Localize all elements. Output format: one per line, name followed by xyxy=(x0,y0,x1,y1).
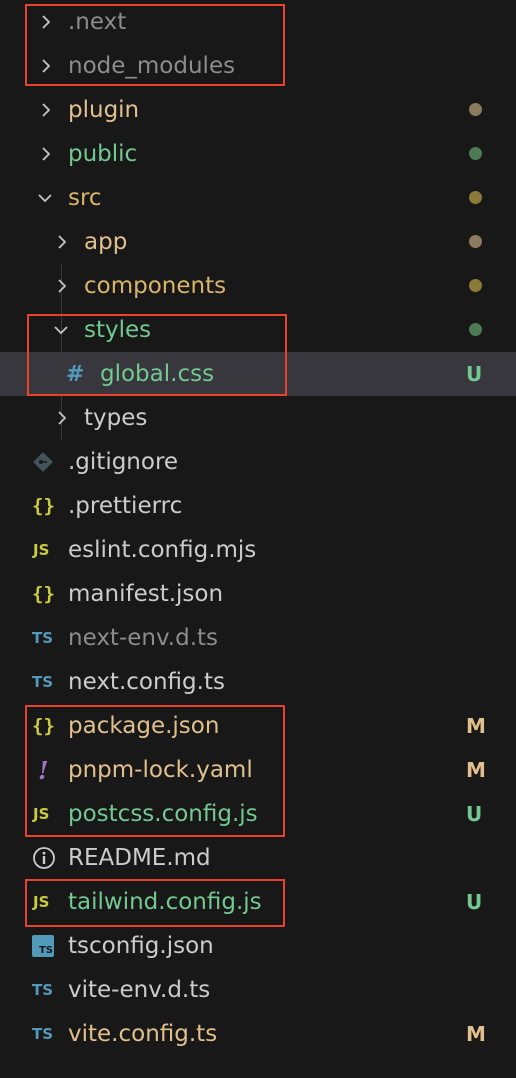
tree-item-vite-config-file[interactable]: TS vite.config.ts M xyxy=(0,1012,516,1056)
json-braces-icon: {} xyxy=(32,715,55,737)
tree-item-label: global.css xyxy=(100,361,215,387)
tree-item-label: app xyxy=(84,229,128,255)
yaml-exclamation-icon: ! xyxy=(38,755,49,785)
tree-item-app-folder[interactable]: app xyxy=(0,220,516,264)
tree-item-tsconfig-file[interactable]: TS tsconfig.json xyxy=(0,924,516,968)
chevron-down-icon xyxy=(52,321,70,339)
tree-item-node-modules-folder[interactable]: node_modules xyxy=(0,44,516,88)
tree-item-next-env-file[interactable]: TS next-env.d.ts xyxy=(0,616,516,660)
tree-item-label: styles xyxy=(84,317,152,343)
chevron-right-icon xyxy=(37,57,55,75)
tree-item-label: package.json xyxy=(68,713,220,739)
tree-item-components-folder[interactable]: components xyxy=(0,264,516,308)
tree-item-label: manifest.json xyxy=(68,581,224,607)
tree-item-prettierrc-file[interactable]: {} .prettierrc xyxy=(0,484,516,528)
git-status-dot xyxy=(469,235,482,248)
json-braces-icon: {} xyxy=(32,583,55,605)
js-file-icon: JS xyxy=(33,805,50,823)
tree-item-label: tsconfig.json xyxy=(68,933,214,959)
tree-item-eslint-config-file[interactable]: JS eslint.config.mjs xyxy=(0,528,516,572)
tree-item-label: postcss.config.js xyxy=(68,801,258,827)
tree-item-label: components xyxy=(84,273,227,299)
tsconfig-file-icon: TS xyxy=(32,924,54,968)
tree-item-label: next-env.d.ts xyxy=(68,625,219,651)
tree-item-postcss-config-file[interactable]: JS postcss.config.js U xyxy=(0,792,516,836)
git-status-badge: U xyxy=(466,890,483,914)
js-file-icon: JS xyxy=(33,541,50,559)
tree-item-vite-env-file[interactable]: TS vite-env.d.ts xyxy=(0,968,516,1012)
git-status-badge: M xyxy=(466,714,486,738)
tree-item-package-json-file[interactable]: {} package.json M xyxy=(0,704,516,748)
tree-item-src-folder[interactable]: src xyxy=(0,176,516,220)
ts-file-icon: TS xyxy=(32,1025,54,1043)
tree-item-styles-folder[interactable]: styles xyxy=(0,308,516,352)
chevron-right-icon xyxy=(37,145,55,163)
css-hash-icon: # xyxy=(66,361,85,387)
git-status-badge: U xyxy=(466,362,483,386)
tree-item-label: README.md xyxy=(68,845,211,871)
tree-item-readme-file[interactable]: README.md xyxy=(0,836,516,880)
chevron-right-icon xyxy=(37,13,55,31)
tree-item-label: types xyxy=(84,405,148,431)
git-status-badge: M xyxy=(466,758,486,782)
chevron-right-icon xyxy=(37,101,55,119)
tree-item-label: .next xyxy=(68,9,127,35)
tree-item-global-css-file[interactable]: # global.css U xyxy=(0,352,516,396)
tree-item-label: public xyxy=(68,141,138,167)
file-explorer-tree: .next node_modules plugin public src app… xyxy=(0,0,516,1078)
tree-item-label: vite-env.d.ts xyxy=(68,977,211,1003)
js-file-icon: JS xyxy=(33,893,50,911)
tree-item-label: .prettierrc xyxy=(68,493,183,519)
git-diamond-icon xyxy=(32,440,54,484)
git-status-dot xyxy=(469,103,482,116)
chevron-down-icon xyxy=(36,189,54,207)
tree-item-plugin-folder[interactable]: plugin xyxy=(0,88,516,132)
git-status-dot xyxy=(469,323,482,336)
tree-item-manifest-json-file[interactable]: {} manifest.json xyxy=(0,572,516,616)
chevron-right-icon xyxy=(53,409,71,427)
tree-item-tailwind-config-file[interactable]: JS tailwind.config.js U xyxy=(0,880,516,924)
tree-item-label: src xyxy=(68,185,102,211)
tree-item-label: tailwind.config.js xyxy=(68,889,262,915)
git-status-badge: U xyxy=(466,802,483,826)
chevron-right-icon xyxy=(53,277,71,295)
tree-item-pnpm-lock-file[interactable]: ! pnpm-lock.yaml M xyxy=(0,748,516,792)
ts-file-icon: TS xyxy=(32,673,54,691)
json-braces-icon: {} xyxy=(32,495,55,517)
info-circle-icon xyxy=(32,836,56,880)
git-status-dot xyxy=(469,279,482,292)
tree-item-public-folder[interactable]: public xyxy=(0,132,516,176)
git-status-dot xyxy=(469,191,482,204)
tree-item-label: pnpm-lock.yaml xyxy=(68,757,253,783)
git-status-dot xyxy=(469,147,482,160)
tree-item-label: plugin xyxy=(68,97,140,123)
tree-item-label: eslint.config.mjs xyxy=(68,537,257,563)
tree-item-label: vite.config.ts xyxy=(68,1021,218,1047)
tree-item-next-config-file[interactable]: TS next.config.ts xyxy=(0,660,516,704)
tree-item-types-folder[interactable]: types xyxy=(0,396,516,440)
tree-item-gitignore-file[interactable]: .gitignore xyxy=(0,440,516,484)
tsconfig-icon-text: TS xyxy=(38,945,53,956)
chevron-right-icon xyxy=(53,233,71,251)
git-status-badge: M xyxy=(466,1022,486,1046)
tree-item-label: .gitignore xyxy=(68,449,179,475)
tree-item-label: next.config.ts xyxy=(68,669,225,695)
ts-file-icon: TS xyxy=(32,629,54,647)
ts-file-icon: TS xyxy=(32,981,54,999)
tree-item-next-folder[interactable]: .next xyxy=(0,0,516,44)
tree-item-label: node_modules xyxy=(68,53,236,79)
